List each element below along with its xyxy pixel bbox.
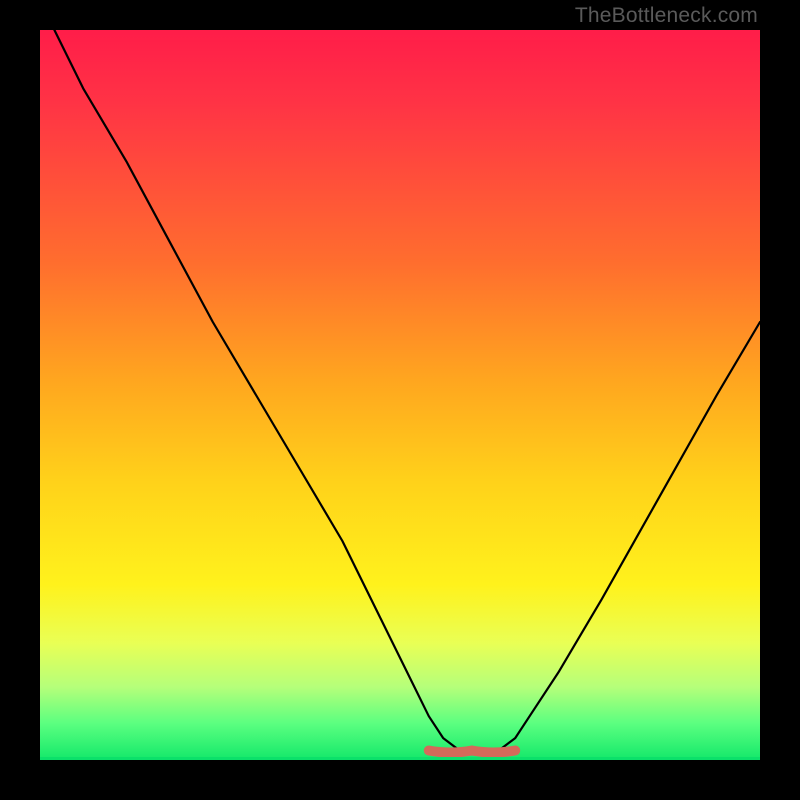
watermark-text: TheBottleneck.com [575, 4, 758, 28]
chart-frame: TheBottleneck.com [0, 0, 800, 800]
curve-line [54, 30, 760, 753]
chart-svg [40, 30, 760, 760]
plot-area [40, 30, 760, 760]
baseline [40, 757, 760, 760]
trough-marker [429, 751, 515, 753]
